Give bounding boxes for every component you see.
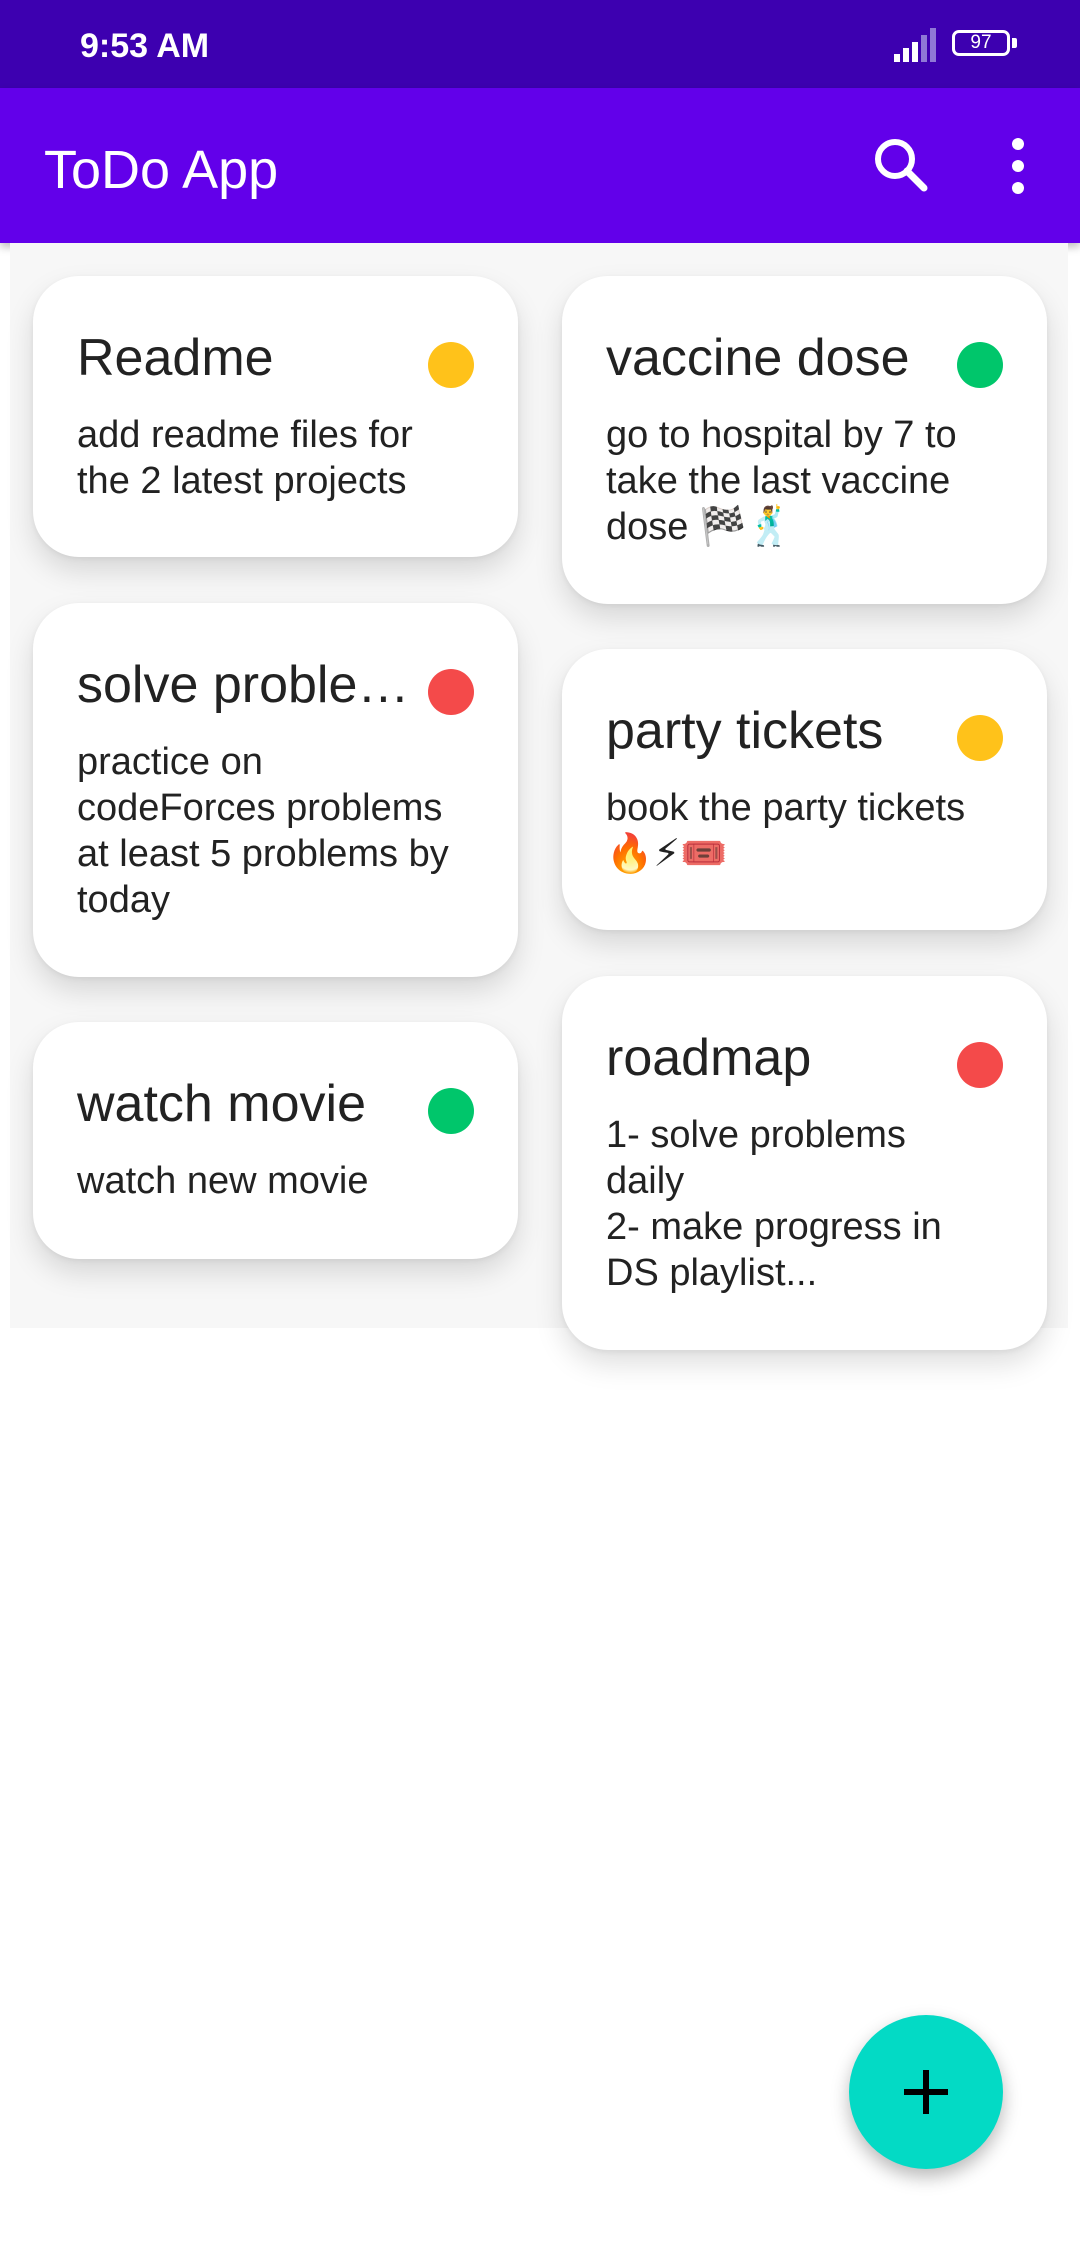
battery-icon: 97 xyxy=(952,30,1020,60)
note-title: vaccine dose xyxy=(606,329,910,387)
status-time: 9:53 AM xyxy=(80,27,210,65)
note-card-party-tickets[interactable]: party tickets book the party tickets 🔥⚡🎟… xyxy=(562,649,1047,930)
priority-indicator xyxy=(428,1088,474,1134)
priority-indicator xyxy=(957,342,1003,388)
note-title: Readme xyxy=(77,329,274,387)
search-icon xyxy=(875,139,928,192)
note-body: 1- solve problems daily 2- make progress… xyxy=(606,1114,942,1294)
note-body: watch new movie xyxy=(77,1160,369,1202)
note-card-roadmap[interactable]: roadmap 1- solve problems daily 2- make … xyxy=(562,976,1047,1350)
priority-indicator xyxy=(957,715,1003,761)
note-body: go to hospital by 7 to take the last vac… xyxy=(606,414,957,548)
note-body: add readme files for the 2 latest projec… xyxy=(77,414,413,502)
note-card-vaccine-dose[interactable]: vaccine dose go to hospital by 7 to take… xyxy=(562,276,1047,604)
priority-indicator xyxy=(428,342,474,388)
note-card-watch-movie[interactable]: watch movie watch new movie xyxy=(33,1022,518,1259)
battery-level: 97 xyxy=(970,32,992,53)
search-button[interactable] xyxy=(868,132,936,200)
add-note-button[interactable] xyxy=(849,2015,1003,2169)
cell-signal-icon xyxy=(894,28,936,62)
more-options-button[interactable] xyxy=(990,132,1050,200)
app-title: ToDo App xyxy=(44,140,279,200)
note-title: solve problems xyxy=(77,656,417,714)
app-bar: ToDo App xyxy=(0,88,1080,243)
status-bar: 9:53 AM 97 xyxy=(0,0,1080,88)
priority-indicator xyxy=(957,1042,1003,1088)
add-icon xyxy=(904,2070,948,2114)
note-card-readme[interactable]: Readme add readme files for the 2 latest… xyxy=(33,276,518,557)
note-title: roadmap xyxy=(606,1029,812,1087)
note-body: practice on codeForces problems at least… xyxy=(77,741,449,921)
more-vert-icon xyxy=(1012,138,1024,194)
note-title: watch movie xyxy=(77,1075,366,1133)
priority-indicator xyxy=(428,669,474,715)
note-title: party tickets xyxy=(606,702,884,760)
note-card-solve-problems[interactable]: solve problems practice on codeForces pr… xyxy=(33,603,518,977)
note-body: book the party tickets 🔥⚡🎟️ xyxy=(606,787,966,875)
